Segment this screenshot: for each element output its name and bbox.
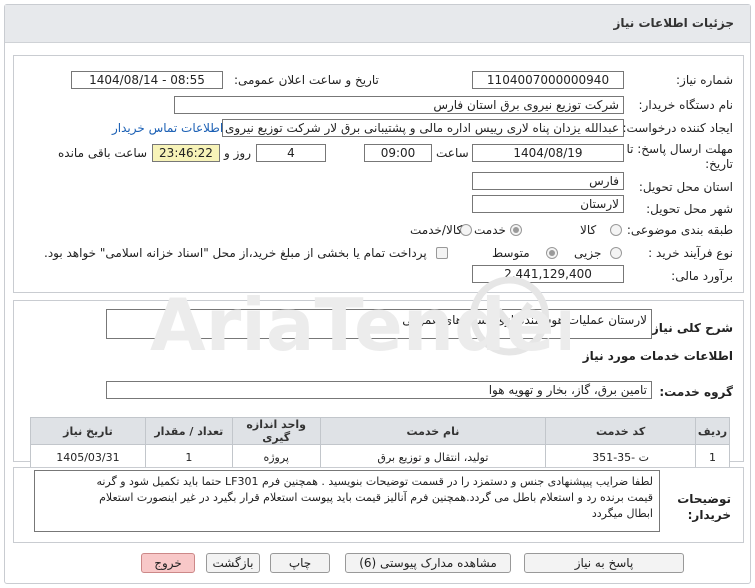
service-group-field: تامین برق، گاز، بخار و تهویه هوا: [106, 381, 652, 399]
need-number-field: 1104007000000940: [472, 71, 624, 89]
buyer-field: شرکت توزیع نیروی برق استان فارس: [174, 96, 624, 114]
buyer-label: نام دستگاه خریدار:: [638, 98, 734, 112]
announce-label: تاریخ و ساعت اعلان عمومی:: [234, 73, 379, 87]
deadline-time-label: ساعت: [436, 146, 469, 160]
need-info-section: شماره نیاز: 1104007000000940 تاریخ و ساع…: [13, 55, 744, 293]
remaining-label: ساعت باقی مانده: [58, 146, 148, 160]
province-field: فارس: [472, 172, 624, 190]
summary-section: شرح کلی نیاز: لارستان عملیات هوشمندسازی …: [13, 300, 744, 471]
city-label: شهر محل تحویل:: [646, 202, 733, 216]
days-field: 4: [256, 144, 326, 162]
treasury-payment-note: پرداخت تمام یا بخشی از مبلغ خرید،از محل …: [44, 246, 427, 260]
process-radio-medium[interactable]: [546, 247, 558, 259]
services-section-title: اطلاعات خدمات مورد نیاز: [582, 349, 733, 363]
back-button[interactable]: بازگشت: [206, 553, 260, 573]
services-table: تاریخ نیاز تعداد / مقدار واحد اندازه گیر…: [30, 417, 731, 471]
buyer-notes-line-3: ابطال میگردد: [591, 507, 653, 520]
remaining-time-field: 23:46:22: [152, 144, 220, 162]
reply-button[interactable]: پاسخ به نیاز: [524, 553, 684, 573]
panel-title: جزئیات اطلاعات نیاز: [613, 16, 734, 30]
process-option-medium: متوسط: [492, 246, 530, 260]
col-service-name: نام خدمت: [319, 417, 547, 445]
category-option-service: خدمت: [474, 223, 506, 237]
process-radio-minor[interactable]: [610, 247, 622, 259]
exit-button[interactable]: خروج: [141, 553, 195, 573]
buyer-notes-section: توضیحات خریدار: لطفا ضرایب پیپشنهادی جنس…: [13, 467, 744, 543]
deadline-time-field: 09:00: [364, 144, 432, 162]
buyer-notes-line-2: قیمت برنده رد و استعلام باطل می گردد.همچ…: [99, 491, 653, 504]
deadline-date-field: 1404/08/19: [472, 144, 624, 162]
buyer-contact-link[interactable]: اطلاعات تماس خریدار: [112, 121, 223, 135]
view-attachments-button[interactable]: مشاهده مدارک پیوستی (6): [345, 553, 511, 573]
creator-field: عبدالله یزدان پناه لاری رییس اداره مالی …: [222, 119, 624, 137]
category-label: طبقه بندی موضوعی:: [626, 223, 733, 237]
service-group-label: گروه خدمت:: [659, 385, 733, 399]
category-radio-service[interactable]: [510, 224, 522, 236]
process-option-minor: جزیی: [574, 246, 602, 260]
buyer-notes-label-2: خریدار:: [687, 508, 731, 522]
category-option-goods-service: کالا/خدمت: [410, 223, 463, 237]
province-label: استان محل تحویل:: [638, 180, 733, 194]
panel-header: جزئیات اطلاعات نیاز: [5, 5, 750, 43]
col-row: ردیف: [694, 417, 731, 445]
need-details-panel: جزئیات اطلاعات نیاز شماره نیاز: 11040070…: [4, 4, 751, 584]
print-button[interactable]: چاپ: [270, 553, 330, 573]
col-date: تاریخ نیاز: [30, 417, 146, 445]
process-label: نوع فرآیند خرید :: [648, 246, 733, 260]
announce-field: 1404/08/14 - 08:55: [71, 71, 223, 89]
summary-field: لارستان عملیات هوشمندسازی پست های عمومی: [106, 309, 652, 339]
category-option-goods: کالا: [580, 223, 597, 237]
category-radio-goods[interactable]: [610, 224, 622, 236]
services-table-header: تاریخ نیاز تعداد / مقدار واحد اندازه گیر…: [30, 417, 731, 445]
treasury-payment-checkbox[interactable]: [436, 247, 448, 259]
buyer-notes-line-1: لطفا ضرایب پیپشنهادی جنس و دستمزد را در …: [96, 475, 653, 488]
col-unit: واحد اندازه گیری: [231, 417, 321, 445]
col-service-code: کد خدمت: [545, 417, 696, 445]
city-field: لارستان: [472, 195, 624, 213]
buyer-notes-field: لطفا ضرایب پیپشنهادی جنس و دستمزد را در …: [34, 470, 660, 532]
deadline-label-date: تاریخ:: [705, 157, 733, 171]
need-number-label: شماره نیاز:: [676, 73, 733, 87]
budget-field: 2,441,129,400: [472, 265, 624, 283]
days-label: روز و: [224, 146, 251, 160]
col-qty: تعداد / مقدار: [144, 417, 233, 445]
buyer-notes-label: توضیحات: [677, 492, 731, 506]
creator-label: ایجاد کننده درخواست:: [622, 121, 733, 135]
budget-label: برآورد مالی:: [671, 269, 733, 283]
summary-label: شرح کلی نیاز:: [647, 321, 733, 335]
deadline-label: مهلت ارسال پاسخ: تا: [626, 142, 733, 156]
